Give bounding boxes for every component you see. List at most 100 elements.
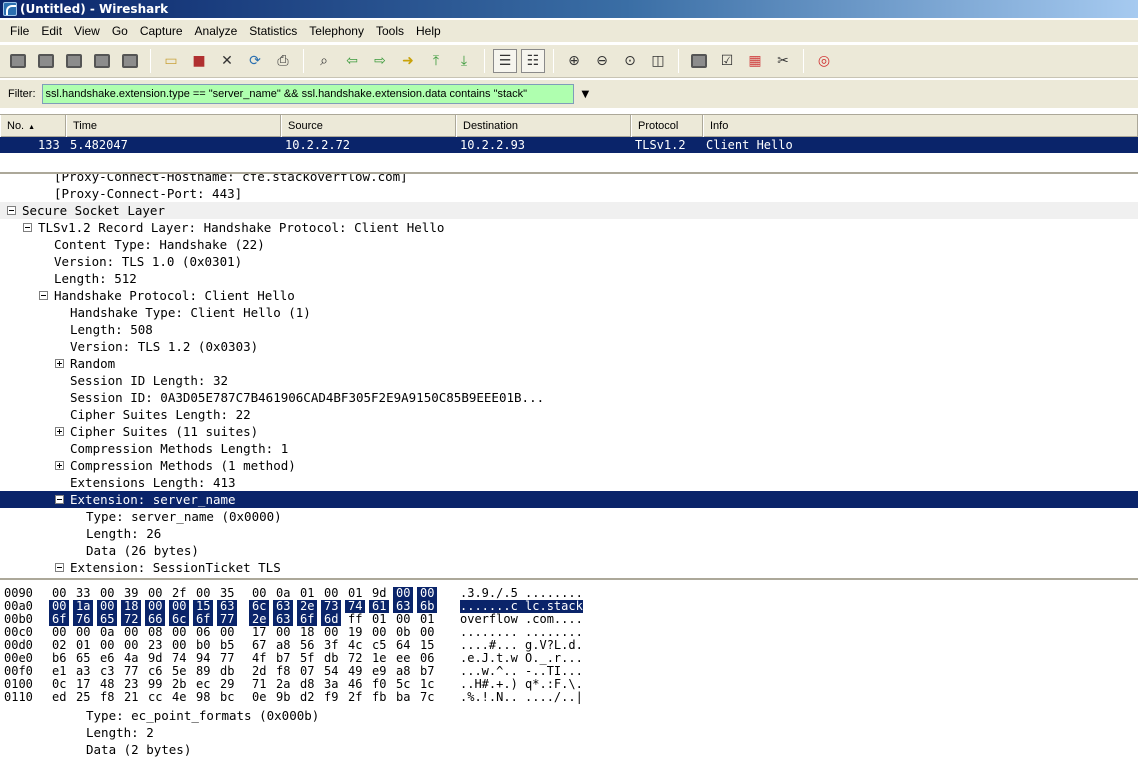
- tree-item[interactable]: Length: 2: [0, 724, 1138, 741]
- resize-columns-button[interactable]: ◫: [646, 49, 670, 73]
- reload-file-button[interactable]: ⟳: [243, 49, 267, 73]
- tree-item[interactable]: Version: TLS 1.0 (0x0301): [0, 253, 1138, 270]
- menu-file[interactable]: File: [4, 22, 35, 40]
- menu-edit[interactable]: Edit: [35, 22, 68, 40]
- hex-byte[interactable]: 9b: [276, 691, 290, 704]
- normal-size-button[interactable]: ⊙: [618, 49, 642, 73]
- print-button[interactable]: ⎙: [271, 49, 295, 73]
- tree-item[interactable]: Data (26 bytes): [0, 542, 1138, 559]
- tree-item[interactable]: Content Type: Handshake (22): [0, 236, 1138, 253]
- tree-expand-icon[interactable]: [55, 461, 64, 470]
- packet-row-selected[interactable]: 133 5.482047 10.2.2.72 10.2.2.93 TLSv1.2…: [0, 137, 1138, 153]
- tree-item[interactable]: Handshake Type: Client Hello (1): [0, 304, 1138, 321]
- tree-item[interactable]: Length: 26: [0, 525, 1138, 542]
- menu-help[interactable]: Help: [410, 22, 447, 40]
- tree-collapse-icon[interactable]: [55, 495, 64, 504]
- tree-item[interactable]: Random: [0, 355, 1138, 372]
- tree-item[interactable]: Cipher Suites (11 suites): [0, 423, 1138, 440]
- menu-statistics[interactable]: Statistics: [243, 22, 303, 40]
- tree-item-label: [Proxy-Connect-Hostname: cfe.stackoverfl…: [54, 172, 408, 184]
- tree-expand-icon[interactable]: [55, 427, 64, 436]
- go-first-packet-button[interactable]: ⤒: [424, 49, 448, 73]
- hex-ascii[interactable]: .%.!.N.. ..../..|: [460, 691, 583, 704]
- tree-item[interactable]: TLSv1.2 Record Layer: Handshake Protocol…: [0, 219, 1138, 236]
- display-filter-input[interactable]: ssl.handshake.extension.type == "server_…: [41, 84, 574, 104]
- tree-item[interactable]: Length: 512: [0, 270, 1138, 287]
- colorize-button[interactable]: ☰: [493, 49, 517, 73]
- menu-telephony[interactable]: Telephony: [303, 22, 370, 40]
- column-header-source[interactable]: Source: [281, 115, 456, 137]
- tree-item[interactable]: Extension: SessionTicket TLS: [0, 559, 1138, 576]
- hex-byte[interactable]: 21: [124, 691, 138, 704]
- column-header-time[interactable]: Time: [66, 115, 281, 137]
- tree-item[interactable]: Extension: server_name: [0, 491, 1138, 508]
- go-forward-button[interactable]: ⇨: [368, 49, 392, 73]
- filter-dropdown-icon[interactable]: ▼: [582, 89, 590, 100]
- column-header-protocol[interactable]: Protocol: [631, 115, 703, 137]
- hex-byte[interactable]: ba: [396, 691, 410, 704]
- capture-filters-button[interactable]: [687, 49, 711, 73]
- tree-item[interactable]: Session ID: 0A3D05E787C7B461906CAD4BF305…: [0, 389, 1138, 406]
- tree-item[interactable]: Length: 508: [0, 321, 1138, 338]
- hex-byte[interactable]: 25: [76, 691, 90, 704]
- tree-collapse-icon[interactable]: [7, 206, 16, 215]
- hex-byte[interactable]: 98: [196, 691, 210, 704]
- hex-byte[interactable]: cc: [148, 691, 162, 704]
- restart-capture-button[interactable]: [118, 49, 142, 73]
- interfaces-button[interactable]: [6, 49, 30, 73]
- tree-item[interactable]: Compression Methods Length: 1: [0, 440, 1138, 457]
- help-button[interactable]: ◎: [812, 49, 836, 73]
- tree-item[interactable]: Secure Socket Layer: [0, 202, 1138, 219]
- hex-byte[interactable]: fb: [372, 691, 386, 704]
- hex-byte[interactable]: ed: [52, 691, 66, 704]
- tree-item[interactable]: Version: TLS 1.2 (0x0303): [0, 338, 1138, 355]
- column-header-destination[interactable]: Destination: [456, 115, 631, 137]
- stop-capture-button[interactable]: [90, 49, 114, 73]
- capture-options-button[interactable]: [34, 49, 58, 73]
- close-file-button[interactable]: ✕: [215, 49, 239, 73]
- zoom-out-button[interactable]: ⊖: [590, 49, 614, 73]
- hex-byte[interactable]: 2f: [348, 691, 362, 704]
- column-header-info[interactable]: Info: [703, 115, 1138, 137]
- tree-item[interactable]: Type: ec_point_formats (0x000b): [0, 707, 1138, 724]
- preferences-button[interactable]: ✂: [771, 49, 795, 73]
- hex-byte[interactable]: f8: [100, 691, 114, 704]
- tree-item[interactable]: Cipher Suites Length: 22: [0, 406, 1138, 423]
- tree-item[interactable]: Session ID Length: 32: [0, 372, 1138, 389]
- tree-item[interactable]: Compression Methods (1 method): [0, 457, 1138, 474]
- tree-collapse-icon[interactable]: [23, 223, 32, 232]
- tree-item[interactable]: Data (2 bytes): [0, 741, 1138, 758]
- coloring-rules-button[interactable]: ▦: [743, 49, 767, 73]
- go-to-packet-button[interactable]: ➜: [396, 49, 420, 73]
- hex-byte[interactable]: f9: [324, 691, 338, 704]
- tree-expand-icon[interactable]: [55, 359, 64, 368]
- display-filters-button[interactable]: ☑: [715, 49, 739, 73]
- tree-item-label: TLSv1.2 Record Layer: Handshake Protocol…: [38, 220, 445, 235]
- tree-item[interactable]: Extensions Length: 413: [0, 474, 1138, 491]
- tree-item[interactable]: Type: server_name (0x0000): [0, 508, 1138, 525]
- hex-byte[interactable]: bc: [220, 691, 234, 704]
- hex-byte[interactable]: d2: [300, 691, 314, 704]
- hex-byte[interactable]: 0e: [252, 691, 266, 704]
- tree-collapse-icon[interactable]: [55, 563, 64, 572]
- save-file-button[interactable]: ■: [187, 49, 211, 73]
- hex-byte[interactable]: 7c: [420, 691, 434, 704]
- zoom-in-button[interactable]: ⊕: [562, 49, 586, 73]
- menu-go[interactable]: Go: [106, 22, 134, 40]
- open-file-button[interactable]: ▭: [159, 49, 183, 73]
- tree-item[interactable]: [Proxy-Connect-Hostname: cfe.stackoverfl…: [0, 172, 1138, 185]
- tree-item[interactable]: [Proxy-Connect-Port: 443]: [0, 185, 1138, 202]
- tree-item[interactable]: Handshake Protocol: Client Hello: [0, 287, 1138, 304]
- menu-capture[interactable]: Capture: [134, 22, 189, 40]
- start-capture-button[interactable]: [62, 49, 86, 73]
- go-back-button[interactable]: ⇦: [340, 49, 364, 73]
- menu-analyze[interactable]: Analyze: [189, 22, 244, 40]
- menu-view[interactable]: View: [68, 22, 106, 40]
- menu-tools[interactable]: Tools: [370, 22, 410, 40]
- column-header-no[interactable]: No. ▲: [0, 115, 66, 137]
- tree-collapse-icon[interactable]: [39, 291, 48, 300]
- hex-byte[interactable]: 4e: [172, 691, 186, 704]
- find-packet-button[interactable]: ⌕: [312, 49, 336, 73]
- go-last-packet-button[interactable]: ⤓: [452, 49, 476, 73]
- auto-scroll-button[interactable]: ☷: [521, 49, 545, 73]
